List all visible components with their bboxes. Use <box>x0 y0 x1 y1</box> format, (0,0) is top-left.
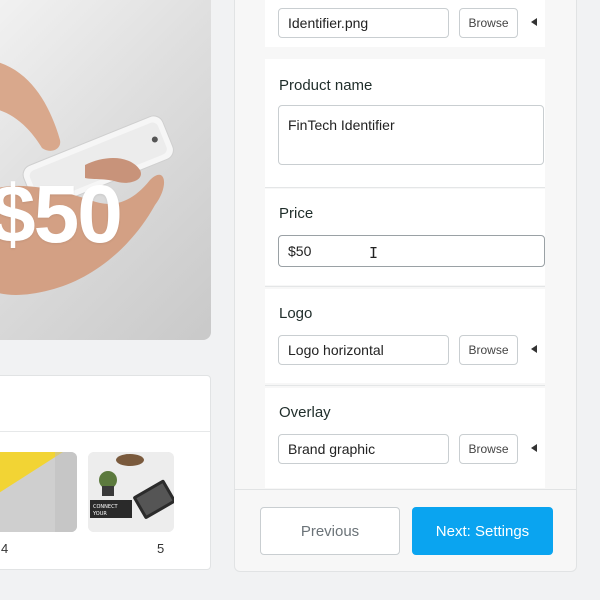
overlay-section: Overlay Brand graphic Browse <box>265 388 545 488</box>
thumbnails-divider <box>0 431 210 432</box>
thumbnail-5-graphic: CONNECT YOUR <box>88 452 174 532</box>
thumbnail-number-4: 4 <box>1 541 9 556</box>
collapse-caret-icon[interactable] <box>531 345 537 353</box>
next-settings-button[interactable]: Next: Settings <box>412 507 553 555</box>
preview-price-text: $50 <box>0 169 123 260</box>
browse-file-button[interactable]: Browse <box>459 8 518 38</box>
product-name-label: Product name <box>279 77 373 94</box>
price-input[interactable]: $50 <box>278 235 545 267</box>
template-thumbnails-card: 4 CONNECT YOUR 5 <box>0 375 211 570</box>
product-preview-image: $50 <box>0 0 211 340</box>
overlay-label: Overlay <box>279 404 331 421</box>
logo-select-field[interactable]: Logo horizontal <box>278 335 449 365</box>
section-divider <box>265 286 545 287</box>
previous-button[interactable]: Previous <box>260 507 400 555</box>
file-name-field[interactable]: Identifier.png <box>278 8 449 38</box>
collapse-caret-icon[interactable] <box>531 18 537 26</box>
product-name-section: Product name FinTech Identifier <box>265 59 545 187</box>
product-name-textarea[interactable]: FinTech Identifier <box>278 105 544 165</box>
section-divider <box>265 187 545 188</box>
product-form-panel: Identifier.png Browse Product name FinTe… <box>234 0 577 572</box>
thumbnail-4-graphic <box>0 452 77 532</box>
svg-text:YOUR: YOUR <box>92 511 107 517</box>
collapse-caret-icon[interactable] <box>531 444 537 452</box>
price-label: Price <box>279 205 314 222</box>
svg-text:CONNECT: CONNECT <box>93 504 119 510</box>
browse-logo-button[interactable]: Browse <box>459 335 518 365</box>
logo-label: Logo <box>279 305 313 322</box>
browse-overlay-button[interactable]: Browse <box>459 434 518 464</box>
app-page: $50 4 CONNECT YOUR 5 Identifier.png Brow… <box>0 0 600 600</box>
section-divider <box>265 385 545 386</box>
logo-section: Logo Logo horizontal Browse <box>265 289 545 383</box>
overlay-select-field[interactable]: Brand graphic <box>278 434 449 464</box>
file-upload-section: Identifier.png Browse <box>265 0 545 47</box>
template-thumbnail-4[interactable] <box>0 452 77 532</box>
text-cursor-icon: I <box>369 244 379 262</box>
price-section: Price $50 I <box>265 189 545 285</box>
thumbnail-number-5: 5 <box>157 541 165 556</box>
footer-divider <box>235 489 576 490</box>
template-thumbnail-5[interactable]: CONNECT YOUR <box>88 452 174 532</box>
